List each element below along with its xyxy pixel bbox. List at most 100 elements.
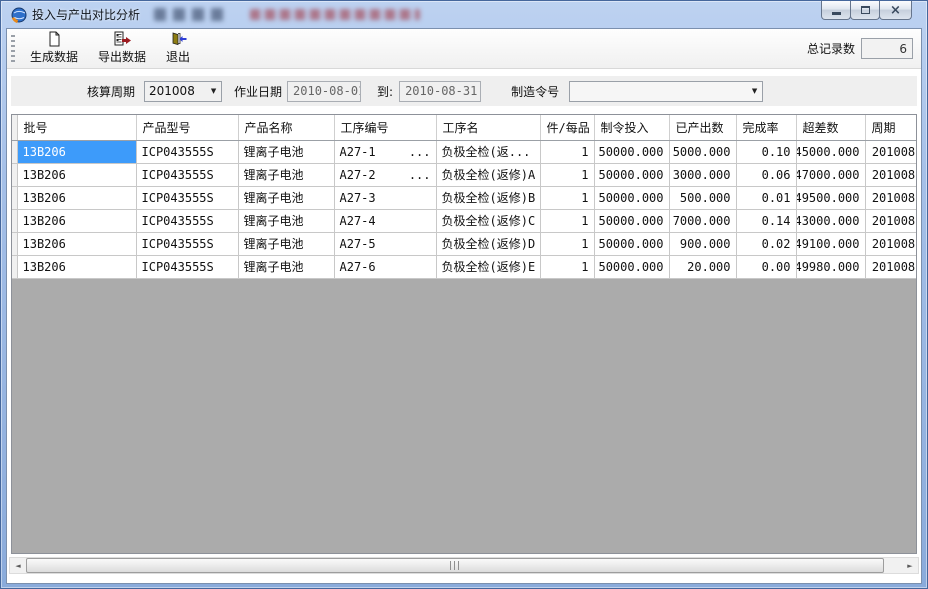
column-header-6[interactable]: 制令投入 (594, 115, 669, 140)
cell-model[interactable]: ICP043555S (136, 163, 238, 186)
cell-order_input[interactable]: 50000.000 (594, 255, 669, 278)
period-combobox[interactable]: 201008 ▼ (144, 81, 222, 102)
cell-model[interactable]: ICP043555S (136, 186, 238, 209)
cell-over_diff[interactable]: -49980.000 (796, 255, 865, 278)
toolbar: 生成数据 导出数据 退出 (7, 29, 921, 69)
cell-proc_name[interactable]: 负极全检(返修)C (436, 209, 540, 232)
minimize-button[interactable] (821, 1, 851, 20)
cell-period[interactable]: 201008 (865, 232, 917, 255)
column-header-2[interactable]: 产品名称 (238, 115, 334, 140)
cell-produced[interactable]: 20.000 (669, 255, 736, 278)
data-grid: 批号产品型号产品名称工序编号工序名件/每品制令投入已产出数完成率超差数周期 13… (11, 114, 917, 554)
cell-order_input[interactable]: 50000.000 (594, 140, 669, 163)
title-bar[interactable]: 投入与产出对比分析 × (6, 1, 922, 28)
cell-completion_rate[interactable]: 0.06 (736, 163, 796, 186)
export-data-button[interactable]: 导出数据 (91, 29, 153, 68)
cell-period[interactable]: 201008 (865, 186, 917, 209)
cell-proc_no[interactable]: A27-2... (334, 163, 436, 186)
column-header-0[interactable]: 批号 (17, 115, 136, 140)
cell-completion_rate[interactable]: 0.10 (736, 140, 796, 163)
cell-produced[interactable]: 5000.000 (669, 140, 736, 163)
cell-order_input[interactable]: 50000.000 (594, 232, 669, 255)
cell-proc_name[interactable]: 负极全检(返修)B (436, 186, 540, 209)
column-header-7[interactable]: 已产出数 (669, 115, 736, 140)
close-button[interactable]: × (879, 1, 912, 20)
cell-over_diff[interactable]: -47000.000 (796, 163, 865, 186)
exit-button[interactable]: 退出 (159, 29, 197, 68)
scroll-left-button[interactable]: ◄ (10, 558, 26, 573)
cell-proc_no[interactable]: A27-1... (334, 140, 436, 163)
cell-name[interactable]: 锂离子电池 (238, 140, 334, 163)
cell-over_diff[interactable]: -49100.000 (796, 232, 865, 255)
cell-batch[interactable]: 13B206 (17, 140, 136, 163)
column-header-3[interactable]: 工序编号 (334, 115, 436, 140)
scroll-right-button[interactable]: ► (902, 558, 918, 573)
cell-proc_name[interactable]: 负极全检(返... (436, 140, 540, 163)
chevron-down-icon[interactable]: ▼ (206, 87, 221, 95)
scrollbar-track[interactable] (26, 558, 902, 573)
cell-period[interactable]: 201008 (865, 163, 917, 186)
minimize-icon (832, 12, 841, 15)
cell-per_item[interactable]: 1 (540, 255, 594, 278)
chevron-down-icon[interactable]: ▼ (747, 87, 762, 95)
cell-batch[interactable]: 13B206 (17, 186, 136, 209)
cell-completion_rate[interactable]: 0.02 (736, 232, 796, 255)
cell-over_diff[interactable]: -49500.000 (796, 186, 865, 209)
cell-proc_name[interactable]: 负极全检(返修)E (436, 255, 540, 278)
cell-name[interactable]: 锂离子电池 (238, 232, 334, 255)
cell-over_diff[interactable]: -45000.000 (796, 140, 865, 163)
cell-model[interactable]: ICP043555S (136, 209, 238, 232)
cell-proc_no[interactable]: A27-4 (334, 209, 436, 232)
cell-period[interactable]: 201008 (865, 255, 917, 278)
cell-produced[interactable]: 7000.000 (669, 209, 736, 232)
column-header-8[interactable]: 完成率 (736, 115, 796, 140)
cell-completion_rate[interactable]: 0.14 (736, 209, 796, 232)
cell-order_input[interactable]: 50000.000 (594, 163, 669, 186)
cell-batch[interactable]: 13B206 (17, 163, 136, 186)
cell-order_input[interactable]: 50000.000 (594, 186, 669, 209)
cell-per_item[interactable]: 1 (540, 140, 594, 163)
cell-order_input[interactable]: 50000.000 (594, 209, 669, 232)
toolbar-grip-handle[interactable] (11, 35, 15, 63)
cell-name[interactable]: 锂离子电池 (238, 209, 334, 232)
cell-proc_no[interactable]: A27-3 (334, 186, 436, 209)
cell-model[interactable]: ICP043555S (136, 255, 238, 278)
cell-name[interactable]: 锂离子电池 (238, 255, 334, 278)
horizontal-scrollbar[interactable]: ◄ ► (9, 557, 919, 574)
column-header-5[interactable]: 件/每品 (540, 115, 594, 140)
cell-proc_no[interactable]: A27-6 (334, 255, 436, 278)
cell-batch[interactable]: 13B206 (17, 209, 136, 232)
manufacturing-order-combobox[interactable]: ▼ (569, 81, 763, 102)
cell-batch[interactable]: 13B206 (17, 255, 136, 278)
maximize-button[interactable] (850, 1, 880, 20)
cell-period[interactable]: 201008 (865, 140, 917, 163)
cell-proc_name[interactable]: 负极全检(返修)A (436, 163, 540, 186)
cell-batch[interactable]: 13B206 (17, 232, 136, 255)
cell-completion_rate[interactable]: 0.00 (736, 255, 796, 278)
column-header-1[interactable]: 产品型号 (136, 115, 238, 140)
cell-produced[interactable]: 900.000 (669, 232, 736, 255)
date-to-field[interactable] (399, 81, 481, 102)
column-header-10[interactable]: 周期 (865, 115, 917, 140)
total-records-field: 6 (861, 38, 913, 59)
cell-produced[interactable]: 500.000 (669, 186, 736, 209)
cell-produced[interactable]: 3000.000 (669, 163, 736, 186)
generate-data-button[interactable]: 生成数据 (23, 29, 85, 68)
date-from-field[interactable] (287, 81, 361, 102)
cell-model[interactable]: ICP043555S (136, 140, 238, 163)
column-header-4[interactable]: 工序名 (436, 115, 540, 140)
cell-per_item[interactable]: 1 (540, 186, 594, 209)
cell-name[interactable]: 锂离子电池 (238, 163, 334, 186)
scrollbar-thumb[interactable] (26, 558, 884, 573)
cell-period[interactable]: 201008 (865, 209, 917, 232)
cell-per_item[interactable]: 1 (540, 232, 594, 255)
cell-model[interactable]: ICP043555S (136, 232, 238, 255)
cell-proc_name[interactable]: 负极全检(返修)D (436, 232, 540, 255)
cell-per_item[interactable]: 1 (540, 163, 594, 186)
cell-proc_no[interactable]: A27-5 (334, 232, 436, 255)
cell-completion_rate[interactable]: 0.01 (736, 186, 796, 209)
cell-per_item[interactable]: 1 (540, 209, 594, 232)
cell-name[interactable]: 锂离子电池 (238, 186, 334, 209)
cell-over_diff[interactable]: -43000.000 (796, 209, 865, 232)
column-header-9[interactable]: 超差数 (796, 115, 865, 140)
